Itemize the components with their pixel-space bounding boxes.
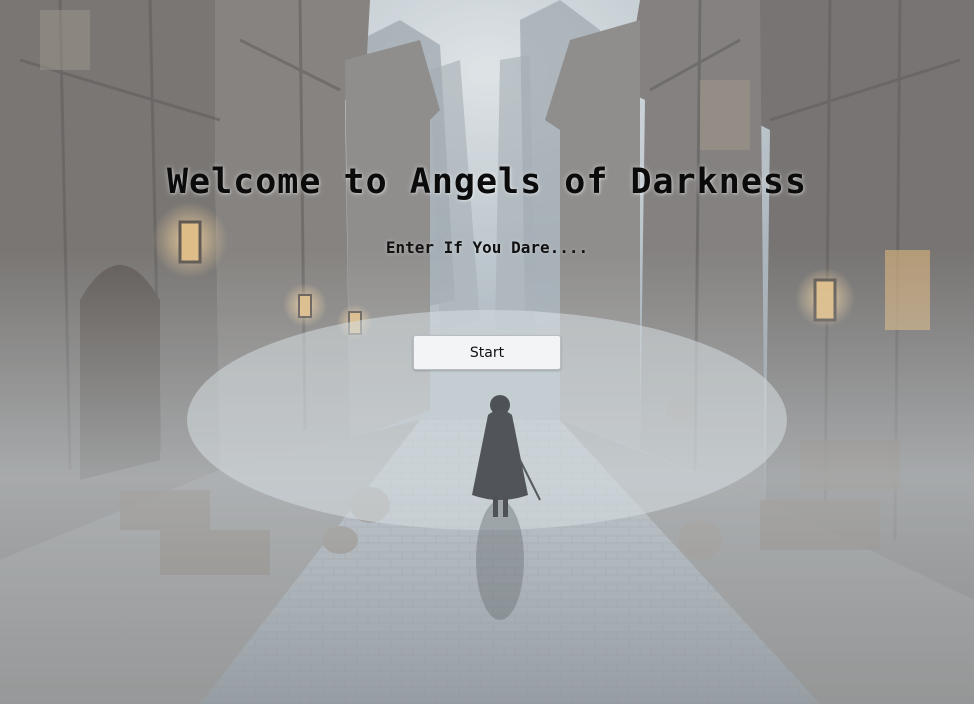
game-subtitle: Enter If You Dare....	[385, 238, 589, 257]
game-title: Welcome to Angels of Darkness	[166, 162, 808, 202]
game-start-screen: Welcome to Angels of Darkness Enter If Y…	[0, 0, 974, 704]
start-button[interactable]: Start	[413, 335, 561, 370]
